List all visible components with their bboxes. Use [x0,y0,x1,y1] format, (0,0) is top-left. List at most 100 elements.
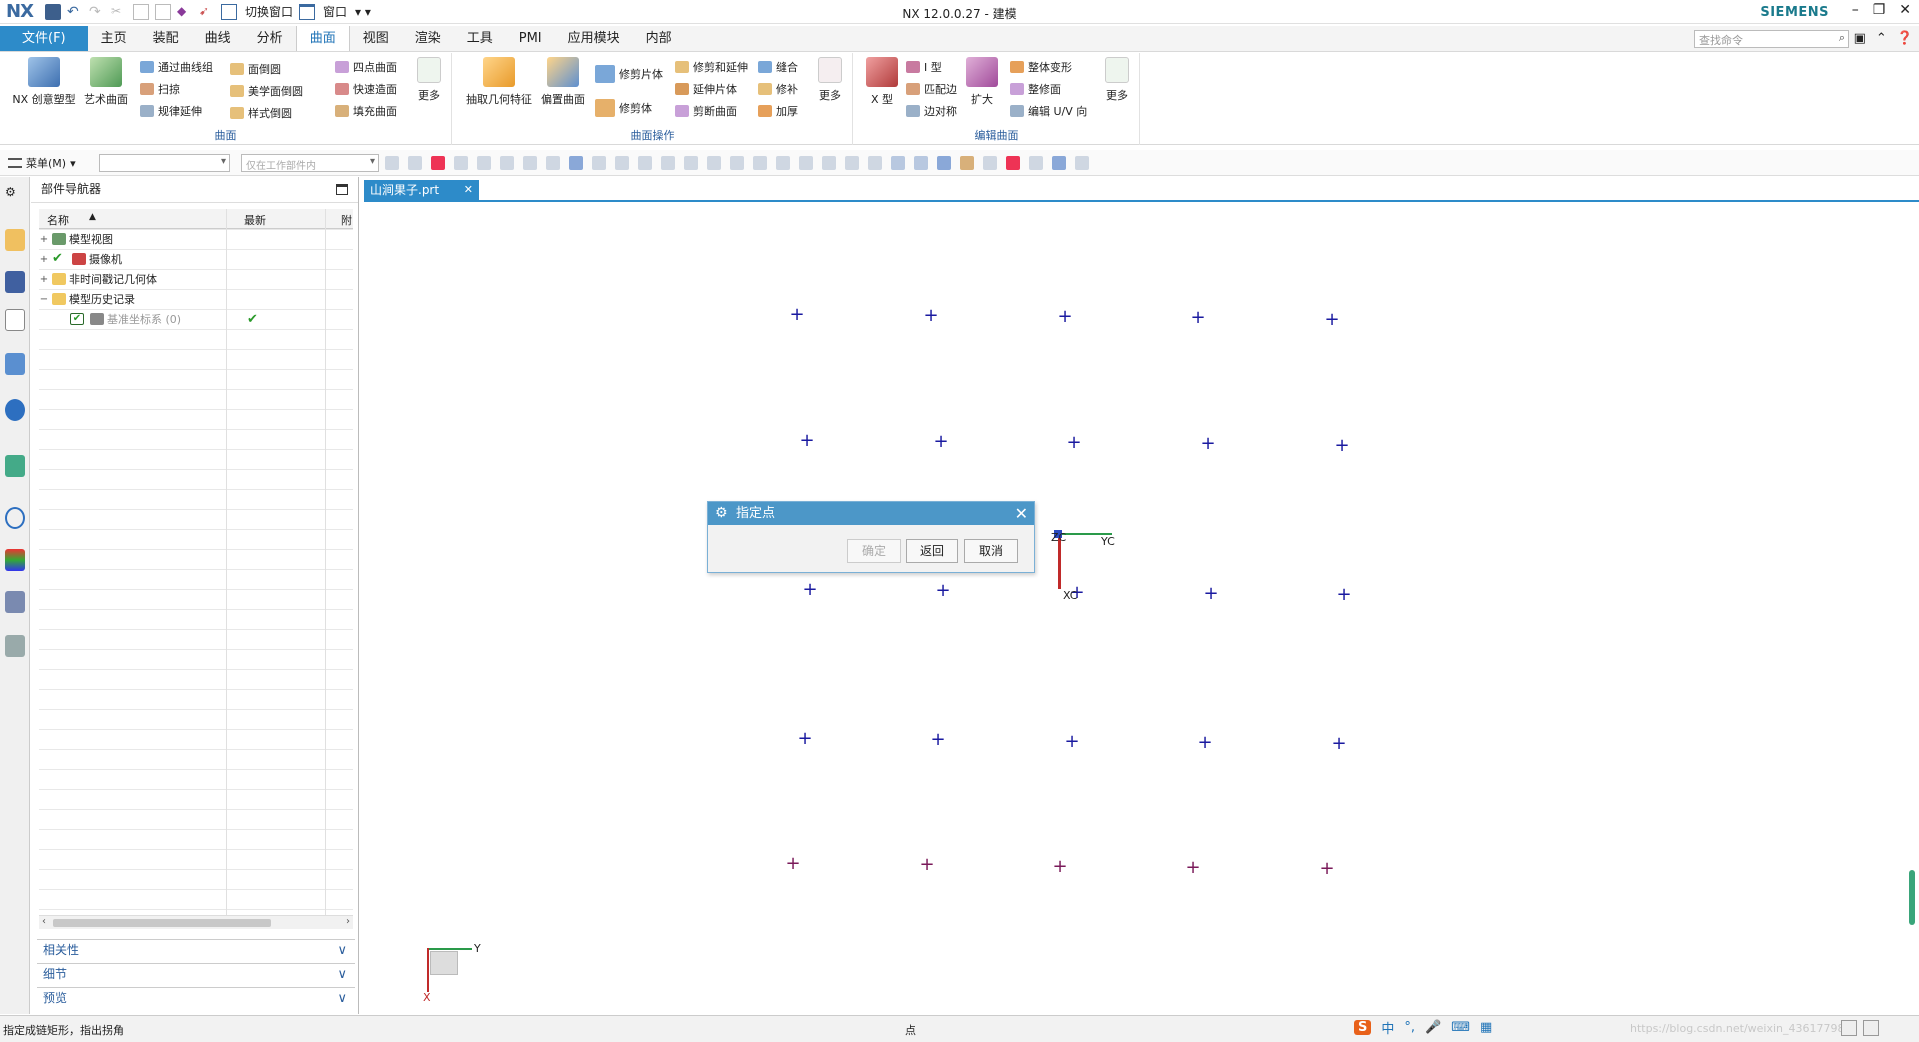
search-command-input[interactable]: 查找命令 ⌕ [1694,30,1849,48]
point-marker[interactable]: + [1336,586,1351,604]
history-icon[interactable] [5,455,25,477]
panel-dependencies[interactable]: 相关性 ∨ [37,939,355,961]
enlarge-button[interactable]: 扩大 [962,57,1002,107]
sheet-icon[interactable] [868,156,882,170]
edge-symmetry-button[interactable]: 边对称 [906,103,957,119]
tab-surface[interactable]: 曲面 [295,26,350,51]
diagonal-icon[interactable] [799,156,813,170]
point-marker[interactable]: + [919,856,934,874]
styled-blend-button[interactable]: 样式倒圆 [230,105,292,121]
graphics-window[interactable] [364,200,1919,1014]
microphone-icon[interactable]: 🎤 [1425,1020,1441,1035]
expand-toggle[interactable]: + [39,274,49,285]
tab-home[interactable]: 主页 [88,26,140,51]
paste-icon[interactable] [154,3,171,20]
full-screen-icon[interactable] [1841,1020,1857,1036]
point-marker[interactable]: + [789,306,804,324]
collapse-ribbon-icon[interactable]: ⌃ [1876,31,1887,46]
tree-row-datum-csys[interactable]: ✔ 基准坐标系 (0) ✔ [39,309,353,329]
curve-icon[interactable] [661,156,675,170]
rotate-icon[interactable] [937,156,951,170]
face-icon[interactable] [546,156,560,170]
x-form-button[interactable]: X 型 [860,57,904,107]
column-header-latest[interactable]: 最新 [244,212,266,228]
expand-toggle[interactable]: + [39,254,49,265]
touch-mode-icon[interactable]: ➹ [199,4,215,20]
work-layer-icon[interactable] [1075,156,1089,170]
sew-button[interactable]: 缝合 [758,59,798,75]
tab-analysis[interactable]: 分析 [244,26,296,51]
tab-render[interactable]: 渲染 [402,26,454,51]
save-icon[interactable] [44,3,61,20]
face-blend-button[interactable]: 面倒圆 [230,61,281,77]
four-point-surface-button[interactable]: 四点曲面 [335,59,397,75]
plus-icon[interactable] [776,156,790,170]
rapid-surfacing-button[interactable]: 快速造面 [335,81,397,97]
repeat-command-icon[interactable]: ◆ [177,4,193,20]
point-marker[interactable]: + [785,855,800,873]
window-menu-button[interactable]: 窗口 [323,3,347,20]
i-form-button[interactable]: I 型 [906,59,942,75]
point-marker[interactable]: + [1190,309,1205,327]
pan-icon[interactable] [960,156,974,170]
snap-point-icon[interactable] [454,156,468,170]
point-marker[interactable]: + [799,432,814,450]
point-marker[interactable]: + [1200,435,1215,453]
zoom-window-icon[interactable] [914,156,928,170]
point-marker[interactable]: + [935,582,950,600]
restore-icon[interactable]: ❐ [1873,2,1886,18]
refit-face-button[interactable]: 整修面 [1010,81,1061,97]
panel-preview[interactable]: 预览 ∨ [37,987,355,1009]
end-point-icon[interactable] [477,156,491,170]
expand-toggle[interactable]: + [39,234,49,245]
cut-icon[interactable]: ✂ [111,4,127,20]
back-button[interactable]: 返回 [906,539,958,563]
global-shaping-button[interactable]: 整体变形 [1010,59,1072,75]
edit-surface-more-button[interactable]: 更多 [1098,57,1136,103]
checkbox-icon[interactable]: ✔ [70,313,84,325]
close-icon[interactable]: ✕ [1899,2,1911,18]
switch-window-button[interactable]: 切换窗口 [245,3,293,20]
selection-scope-combo[interactable]: 仅在工作部件内 [241,154,379,172]
tab-file[interactable]: 文件(F) [0,26,88,51]
view-orientation-icon[interactable] [1006,156,1020,170]
extend-sheet-button[interactable]: 延伸片体 [675,81,737,97]
fill-surface-button[interactable]: 填充曲面 [335,103,397,119]
main-menu-button[interactable]: 菜单(M) ▾ [8,155,76,171]
wcs-icon[interactable] [1052,156,1066,170]
point-marker[interactable]: + [1052,858,1067,876]
tree-row-model-views[interactable]: + 模型视图 [39,229,353,249]
ok-button[interactable]: 确定 [847,539,901,563]
tab-internal[interactable]: 内部 [633,26,685,51]
thicken-button[interactable]: 加厚 [758,103,798,119]
ribbon-options-icon[interactable]: ▣ [1854,31,1866,46]
constraint-navigator-icon[interactable] [5,271,25,293]
chevron-down-icon[interactable]: ▾ ▾ [355,5,371,19]
deselect-all-icon[interactable] [385,156,399,170]
info-web-icon[interactable] [5,399,25,421]
tab-pmi[interactable]: PMI [506,26,555,51]
system-materials-icon[interactable] [5,549,25,571]
scrollbar-thumb[interactable] [53,919,271,927]
divide-face-button[interactable]: 剪断曲面 [675,103,737,119]
aesthetic-face-blend-button[interactable]: 美学面倒圆 [230,83,303,99]
trim-body-button[interactable]: 修剪体 [595,99,652,117]
type-filter-combo[interactable] [99,154,230,172]
intersection-icon[interactable] [730,156,744,170]
part-file-tab[interactable]: 山涧果子.prt ✕ [364,180,479,200]
apps-grid-icon[interactable]: ▦ [1480,1020,1492,1035]
reuse-library-icon[interactable] [5,353,25,375]
move-icon[interactable] [592,156,606,170]
maximize-icon[interactable] [336,184,348,195]
gear-icon[interactable]: ⚙ [715,502,728,525]
point-marker[interactable]: + [802,581,817,599]
select-mode-icon[interactable] [408,156,422,170]
extract-geometry-button[interactable]: 抽取几何特征 [463,57,535,107]
scroll-indicator[interactable] [1909,870,1915,925]
dialog-header[interactable]: ⚙ 指定点 ✕ [708,502,1034,525]
rectangle-select-icon[interactable] [523,156,537,170]
edit-uv-direction-button[interactable]: 编辑 U/V 向 [1010,103,1087,119]
point-marker[interactable]: + [1197,734,1212,752]
tab-view[interactable]: 视图 [350,26,402,51]
point-marker[interactable]: + [797,730,812,748]
